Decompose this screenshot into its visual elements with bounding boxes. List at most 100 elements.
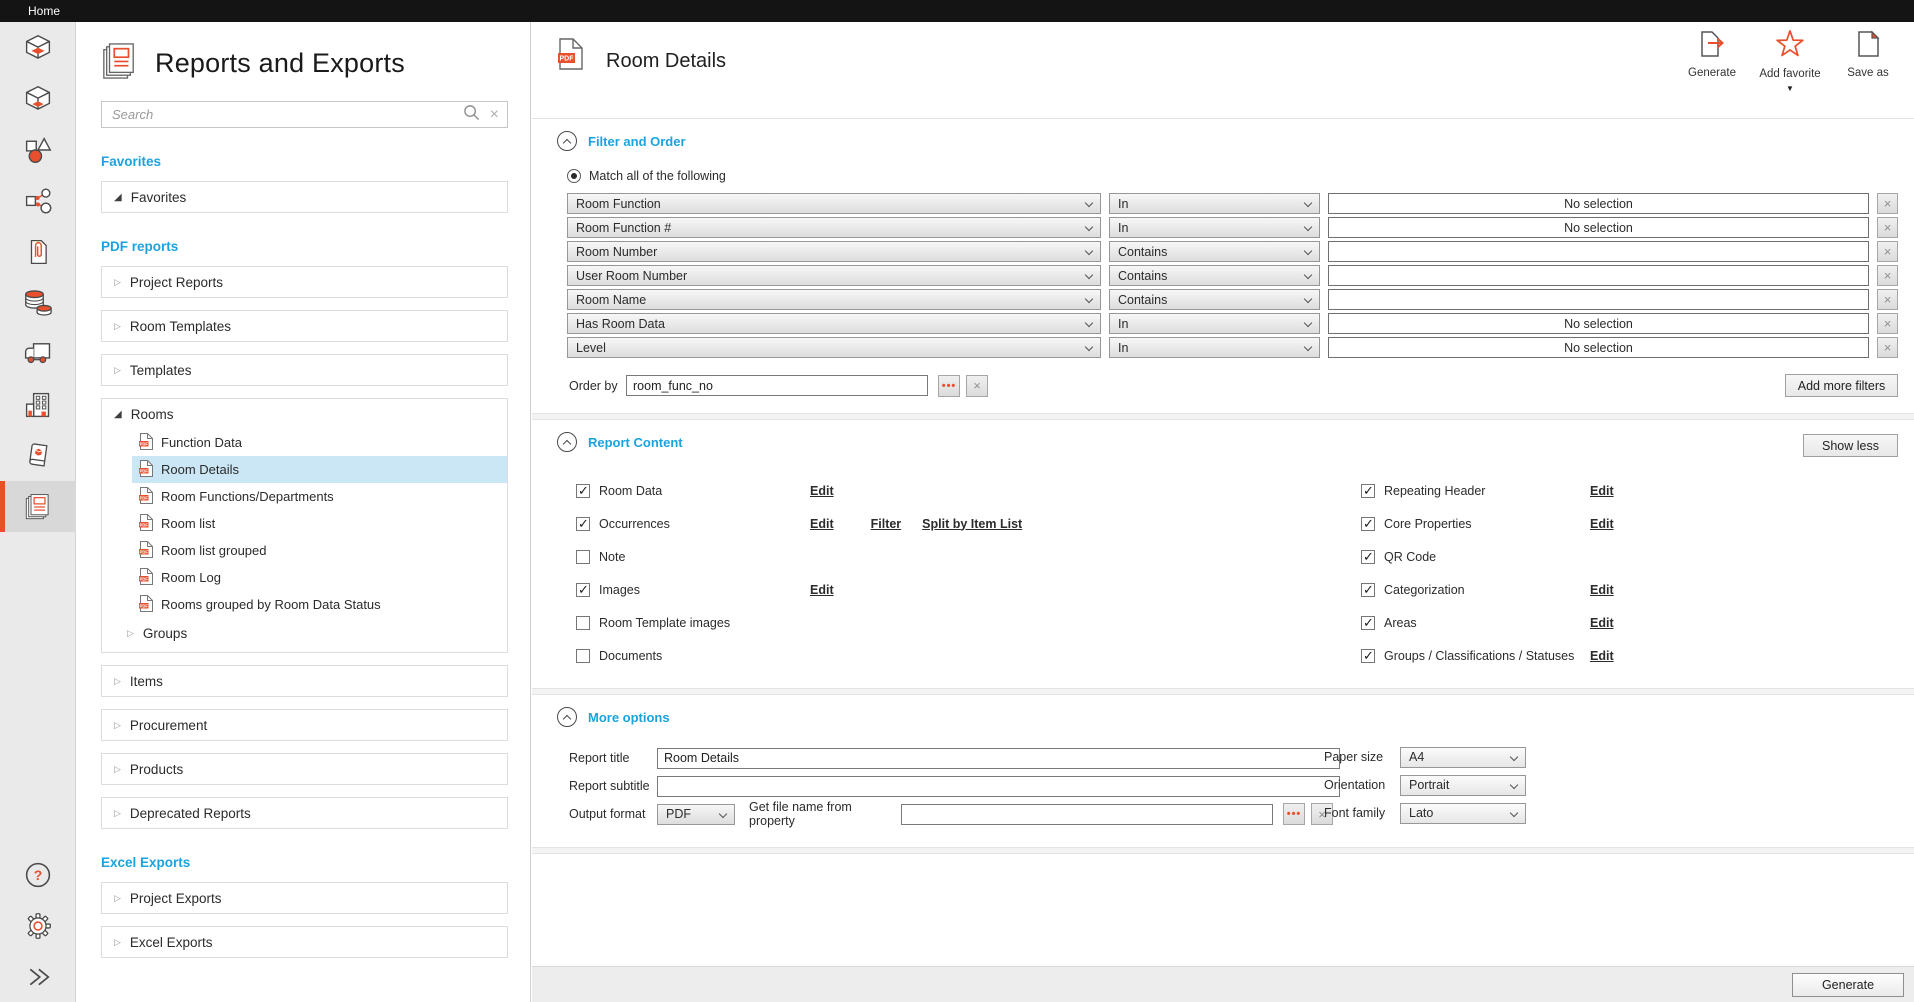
filter-value-box[interactable] bbox=[1328, 265, 1869, 286]
tree-group-deprecated-reports-header[interactable]: ▷ Deprecated Reports bbox=[102, 798, 507, 828]
tree-group-project-exports-header[interactable]: ▷ Project Exports bbox=[102, 883, 507, 913]
output-format-select[interactable]: PDF bbox=[657, 804, 735, 825]
expander-collapsed-icon[interactable]: ▷ bbox=[127, 628, 134, 639]
tree-group-excel-exports-header[interactable]: ▷ Excel Exports bbox=[102, 927, 507, 957]
room-data-checkbox[interactable] bbox=[576, 484, 590, 498]
rail-documents-button[interactable] bbox=[0, 226, 76, 277]
filter-operator-select[interactable]: Contains bbox=[1109, 241, 1320, 262]
rail-help-button[interactable]: ? bbox=[0, 849, 76, 900]
tree-item-room-list-grouped[interactable]: PDF Room list grouped bbox=[132, 537, 507, 564]
show-less-button[interactable]: Show less bbox=[1803, 434, 1898, 457]
groups-classifications-statuses-checkbox[interactable] bbox=[1361, 649, 1375, 663]
documents-checkbox[interactable] bbox=[576, 649, 590, 663]
filter-value-box[interactable]: No selection bbox=[1328, 217, 1869, 238]
expander-collapsed-icon[interactable]: ▷ bbox=[114, 764, 121, 775]
get-file-name-input[interactable] bbox=[901, 804, 1273, 825]
search-icon[interactable] bbox=[463, 104, 480, 126]
rail-reports-button[interactable] bbox=[0, 481, 76, 532]
expander-collapsed-icon[interactable]: ▷ bbox=[114, 937, 121, 948]
remove-filter-button[interactable]: × bbox=[1877, 337, 1898, 358]
order-by-browse-button[interactable]: ••• bbox=[938, 375, 960, 397]
filter-field-select[interactable]: Room Function bbox=[567, 193, 1101, 214]
match-all-radio[interactable] bbox=[567, 169, 581, 183]
room-template-images-checkbox[interactable] bbox=[576, 616, 590, 630]
filter-field-select[interactable]: Room Name bbox=[567, 289, 1101, 310]
tree-group-items-header[interactable]: ▷ Items bbox=[102, 666, 507, 696]
filter-value-box[interactable]: No selection bbox=[1328, 313, 1869, 334]
tree-group-groups[interactable]: ▷ Groups bbox=[102, 618, 507, 648]
rail-procurement-button[interactable] bbox=[0, 328, 76, 379]
tree-group-favorites-header[interactable]: ◢ Favorites bbox=[102, 182, 507, 212]
tree-group-project-reports-header[interactable]: ▷ Project Reports bbox=[102, 267, 507, 297]
collapse-section-button[interactable] bbox=[557, 432, 577, 452]
edit-link[interactable]: Edit bbox=[1590, 583, 1614, 597]
remove-filter-button[interactable]: × bbox=[1877, 313, 1898, 334]
file-name-browse-button[interactable]: ••• bbox=[1283, 803, 1305, 825]
add-favorite-button[interactable]: Add favorite ▼ bbox=[1758, 29, 1822, 96]
tree-group-products-header[interactable]: ▷ Products bbox=[102, 754, 507, 784]
tree-group-procurement-header[interactable]: ▷ Procurement bbox=[102, 710, 507, 740]
filter-operator-select[interactable]: In bbox=[1109, 217, 1320, 238]
orientation-select[interactable]: Portrait bbox=[1400, 775, 1526, 796]
rail-systems-button[interactable] bbox=[0, 175, 76, 226]
filter-value-box[interactable]: No selection bbox=[1328, 337, 1869, 358]
collapse-section-button[interactable] bbox=[557, 707, 577, 727]
edit-link[interactable]: Edit bbox=[1590, 649, 1614, 663]
rail-room-data-button[interactable] bbox=[0, 73, 76, 124]
tree-group-rooms-header[interactable]: ◢ Rooms bbox=[102, 399, 507, 429]
report-subtitle-input[interactable] bbox=[657, 776, 1340, 797]
expander-collapsed-icon[interactable]: ▷ bbox=[114, 321, 121, 332]
filter-field-select[interactable]: Room Function # bbox=[567, 217, 1101, 238]
filter-value-box[interactable] bbox=[1328, 241, 1869, 262]
filter-value-box[interactable] bbox=[1328, 289, 1869, 310]
edit-link[interactable]: Edit bbox=[1590, 484, 1614, 498]
expander-expanded-icon[interactable]: ◢ bbox=[114, 192, 122, 203]
clear-search-icon[interactable]: × bbox=[490, 107, 499, 123]
tree-item-room-functions-departments[interactable]: PDF Room Functions/Departments bbox=[132, 483, 507, 510]
expander-collapsed-icon[interactable]: ▷ bbox=[114, 277, 121, 288]
edit-link[interactable]: Edit bbox=[810, 583, 834, 597]
filter-field-select[interactable]: Level bbox=[567, 337, 1101, 358]
tree-item-function-data[interactable]: PDF Function Data bbox=[132, 429, 507, 456]
core-properties-checkbox[interactable] bbox=[1361, 517, 1375, 531]
expander-collapsed-icon[interactable]: ▷ bbox=[114, 808, 121, 819]
rail-expand-button[interactable] bbox=[0, 951, 76, 1002]
order-by-input[interactable] bbox=[626, 375, 928, 396]
remove-filter-button[interactable]: × bbox=[1877, 289, 1898, 310]
filter-operator-select[interactable]: Contains bbox=[1109, 289, 1320, 310]
categorization-checkbox[interactable] bbox=[1361, 583, 1375, 597]
filter-operator-select[interactable]: Contains bbox=[1109, 265, 1320, 286]
filter-operator-select[interactable]: In bbox=[1109, 313, 1320, 334]
edit-link[interactable]: Edit bbox=[810, 517, 834, 531]
rail-items-button[interactable] bbox=[0, 124, 76, 175]
expander-collapsed-icon[interactable]: ▷ bbox=[114, 365, 121, 376]
rail-settings-button[interactable] bbox=[0, 900, 76, 951]
remove-filter-button[interactable]: × bbox=[1877, 241, 1898, 262]
tree-group-templates-header[interactable]: ▷ Templates bbox=[102, 355, 507, 385]
rail-building-button[interactable] bbox=[0, 379, 76, 430]
qr-code-checkbox[interactable] bbox=[1361, 550, 1375, 564]
remove-filter-button[interactable]: × bbox=[1877, 217, 1898, 238]
occurrences-checkbox[interactable] bbox=[576, 517, 590, 531]
footer-generate-button[interactable]: Generate bbox=[1792, 973, 1904, 997]
remove-filter-button[interactable]: × bbox=[1877, 265, 1898, 286]
filter-field-select[interactable]: Room Number bbox=[567, 241, 1101, 262]
images-checkbox[interactable] bbox=[576, 583, 590, 597]
expander-collapsed-icon[interactable]: ▷ bbox=[114, 676, 121, 687]
rail-catalog-button[interactable] bbox=[0, 430, 76, 481]
edit-link[interactable]: Edit bbox=[1590, 616, 1614, 630]
repeating-header-checkbox[interactable] bbox=[1361, 484, 1375, 498]
filter-field-select[interactable]: Has Room Data bbox=[567, 313, 1101, 334]
filter-field-select[interactable]: User Room Number bbox=[567, 265, 1101, 286]
search-input[interactable] bbox=[112, 107, 463, 122]
tree-item-room-log[interactable]: PDF Room Log bbox=[132, 564, 507, 591]
rail-finance-button[interactable] bbox=[0, 277, 76, 328]
tree-item-rooms-grouped-by-room-data-status[interactable]: PDF Rooms grouped by Room Data Status bbox=[132, 591, 507, 618]
tree-item-room-list[interactable]: PDF Room list bbox=[132, 510, 507, 537]
split-by-item-list-link[interactable]: Split by Item List bbox=[922, 517, 1022, 531]
collapse-section-button[interactable] bbox=[557, 131, 577, 151]
remove-filter-button[interactable]: × bbox=[1877, 193, 1898, 214]
edit-link[interactable]: Edit bbox=[1590, 517, 1614, 531]
font-family-select[interactable]: Lato bbox=[1400, 803, 1526, 824]
filter-operator-select[interactable]: In bbox=[1109, 337, 1320, 358]
